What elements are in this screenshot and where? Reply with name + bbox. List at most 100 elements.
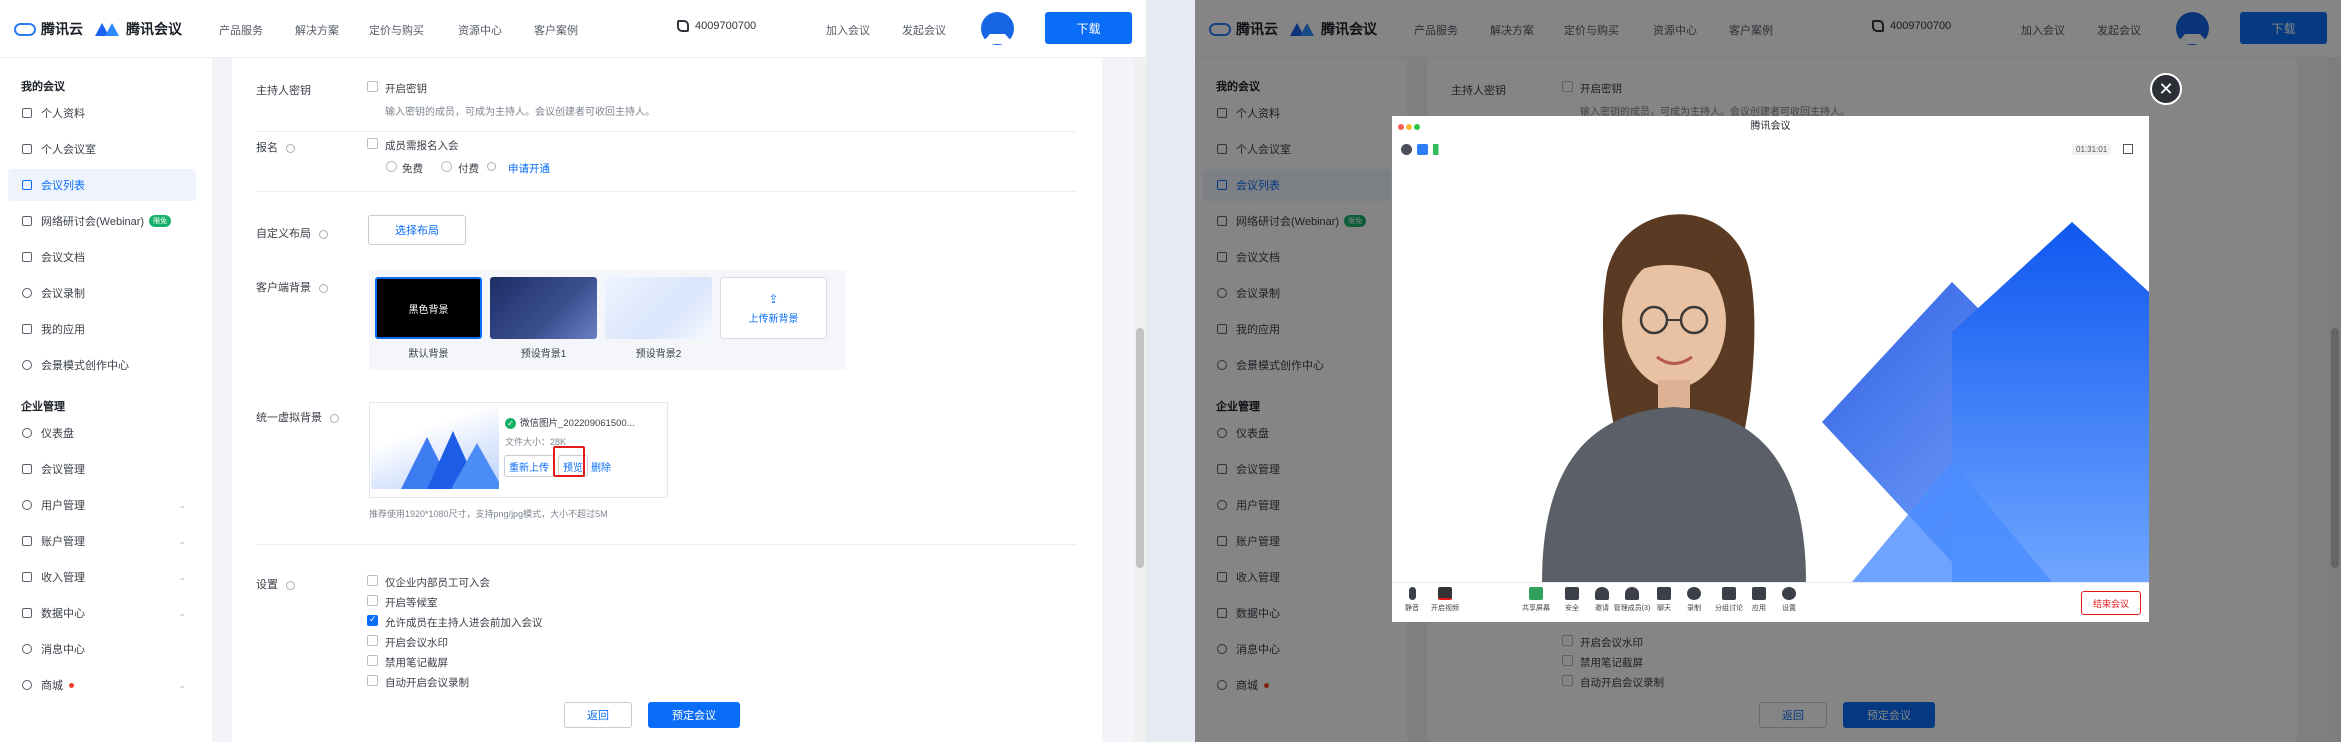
signal-icon[interactable] (1433, 144, 1444, 155)
person-silhouette (1542, 214, 1806, 582)
settings-button[interactable]: 设置 (1769, 587, 1809, 613)
setting-watermark-checkbox[interactable] (367, 635, 378, 646)
free-label: 免费 (402, 163, 423, 175)
chevron-down-icon: ⌄ (178, 571, 186, 582)
signup-option: 成员需报名入会 (385, 140, 459, 152)
nav-products[interactable]: 产品服务 (219, 22, 263, 38)
video-button[interactable]: 开启视频 (1425, 587, 1465, 613)
sidebar-item-account-mgmt[interactable]: 账户管理 ⌄ (8, 525, 196, 557)
end-meeting-button[interactable]: 结束会议 (2081, 591, 2141, 615)
close-preview-button[interactable]: ✕ (2150, 73, 2182, 105)
info-icon (487, 162, 496, 171)
start-meeting-link[interactable]: 发起会议 (902, 22, 946, 38)
data-icon (22, 608, 32, 618)
paid-label: 付费 (458, 163, 479, 175)
book-meeting-button[interactable]: 预定会议 (648, 702, 740, 728)
setting-auto-record: 自动开启会议录制 (385, 677, 469, 689)
join-meeting-link[interactable]: 加入会议 (826, 22, 870, 38)
nav-resources[interactable]: 资源中心 (458, 22, 502, 38)
shield-icon[interactable] (1417, 144, 1428, 155)
sidebar-item-income-mgmt[interactable]: 收入管理 ⌄ (8, 561, 196, 593)
layout-label: 自定义布局 (256, 225, 328, 241)
nav-solutions[interactable]: 解决方案 (295, 22, 339, 38)
video-area (1392, 162, 2149, 582)
sidebar-item-store[interactable]: 商城 ⌄ (8, 669, 196, 701)
users-icon (22, 500, 32, 510)
upload-bg-button[interactable]: ⇪ 上传新背景 (720, 277, 827, 339)
user-avatar[interactable] (981, 12, 1014, 45)
settings-label: 设置 (256, 576, 295, 592)
scrollbar[interactable] (1134, 58, 1146, 742)
scene-icon (22, 360, 32, 370)
members-icon (1625, 587, 1639, 600)
bg-option-preset2[interactable] (605, 277, 712, 339)
sidebar-item-apps[interactable]: 我的应用 (8, 313, 196, 345)
info-icon[interactable] (1401, 144, 1412, 155)
sidebar-item-webinar[interactable]: 网络研讨会(Webinar) 限免 (8, 205, 196, 237)
scroll-thumb[interactable] (1136, 328, 1144, 568)
meeting-toolbar: 静音 开启视频 共享屏幕 安全 邀请 管理成员(3) 聊天 录制 分组讨论 应用… (1392, 582, 2149, 622)
meeting-logo-icon (95, 22, 121, 36)
highlight-box (553, 446, 585, 477)
setting-join-before-host-checkbox[interactable] (367, 614, 378, 626)
account-icon (22, 536, 32, 546)
sidebar-group-enterprise: 企业管理 (21, 401, 65, 413)
dashboard-icon (22, 428, 32, 438)
paid-radio[interactable] (441, 161, 452, 172)
record-button[interactable]: 录制 (1674, 587, 1714, 613)
sidebar-item-profile[interactable]: 个人资料 (8, 97, 196, 129)
reupload-button[interactable]: 重新上传 (504, 455, 554, 477)
sidebar-item-data-center[interactable]: 数据中心 ⌄ (8, 597, 196, 629)
info-icon (319, 283, 328, 293)
setting-waiting-room-checkbox[interactable] (367, 595, 378, 606)
delete-link[interactable]: 删除 (591, 459, 611, 474)
microphone-icon (1408, 587, 1416, 600)
phone-number: 4009700700 (677, 20, 756, 32)
signup-checkbox[interactable] (367, 138, 378, 149)
nav-cases[interactable]: 客户案例 (534, 22, 578, 38)
vbg-label: 统一虚拟背景 (256, 409, 339, 425)
sidebar-item-recordings[interactable]: 会议录制 (8, 277, 196, 309)
chevron-down-icon: ⌄ (178, 679, 186, 690)
sidebar-item-messages[interactable]: 消息中心 (8, 633, 196, 665)
download-button[interactable]: 下载 (1045, 12, 1132, 44)
setting-disable-screenshot-checkbox[interactable] (367, 655, 378, 666)
sidebar-item-meeting-list[interactable]: 会议列表 (8, 169, 196, 201)
tencent-cloud-logo[interactable]: 腾讯云 (14, 19, 83, 39)
chevron-down-icon: ⌄ (178, 535, 186, 546)
gear-icon (1782, 587, 1796, 600)
sidebar-item-docs[interactable]: 会议文档 (8, 241, 196, 273)
host-key-checkbox[interactable] (367, 81, 378, 92)
tencent-meeting-logo[interactable]: 腾讯会议 (95, 19, 182, 39)
fullscreen-icon[interactable] (2123, 144, 2133, 154)
apps-icon (1752, 587, 1766, 600)
free-radio[interactable] (386, 161, 397, 172)
meeting-timer: 01:31:01 (2072, 144, 2112, 155)
setting-watermark: 开启会议水印 (385, 637, 448, 649)
setting-auto-record-checkbox[interactable] (367, 675, 378, 686)
nav-pricing[interactable]: 定价与购买 (369, 22, 424, 38)
setting-join-before-host: 允许成员在主持人进会前加入会议 (385, 617, 543, 629)
sidebar-item-meeting-mgmt[interactable]: 会议管理 (8, 453, 196, 485)
sidebar-item-dashboard[interactable]: 仪表盘 (8, 417, 196, 449)
user-icon (22, 108, 32, 118)
vbg-card: ✓ 微信图片_202209061500... 文件大小：28K 重新上传 预览 删… (369, 402, 668, 498)
room-icon (22, 144, 32, 154)
sidebar-item-personal-room[interactable]: 个人会议室 (8, 133, 196, 165)
record-icon (1687, 587, 1701, 600)
info-icon (286, 580, 295, 590)
sidebar-item-scene-center[interactable]: 会景模式创作中心 (8, 349, 196, 381)
info-icon (330, 413, 339, 423)
client-bg-label: 客户端背景 (256, 279, 328, 295)
vbg-thumbnail (371, 409, 499, 489)
host-key-option: 开启密钥 (385, 83, 427, 95)
setting-internal-only-checkbox[interactable] (367, 575, 378, 586)
back-button[interactable]: 返回 (564, 702, 632, 728)
success-icon: ✓ (505, 418, 516, 429)
choose-layout-button[interactable]: 选择布局 (368, 215, 466, 245)
sidebar-item-user-mgmt[interactable]: 用户管理 ⌄ (8, 489, 196, 521)
apply-link[interactable]: 申请开通 (508, 161, 550, 176)
share-screen-button[interactable]: 共享屏幕 (1516, 587, 1556, 613)
bg-option-black[interactable]: 黑色背景 (375, 277, 482, 339)
bg-option-preset1[interactable] (490, 277, 597, 339)
